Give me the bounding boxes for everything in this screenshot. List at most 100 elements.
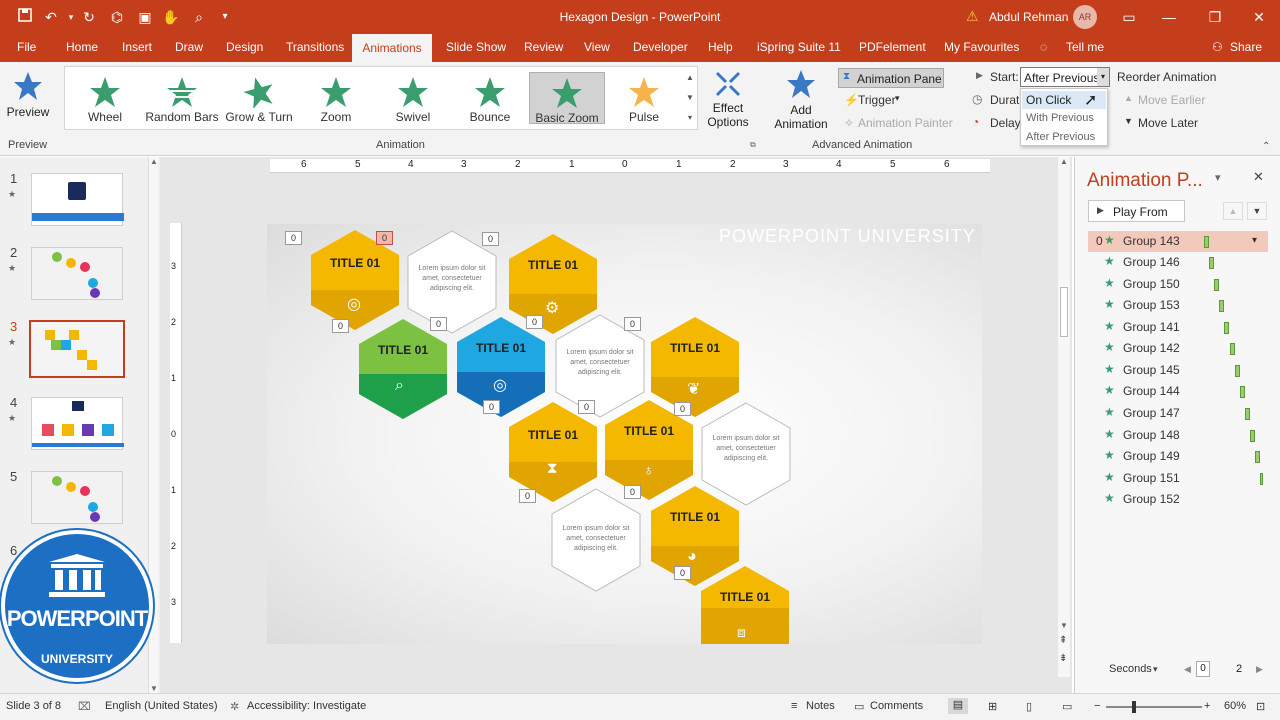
tab-pdfelement[interactable]: PDFelement — [859, 40, 926, 54]
reading-view-icon[interactable]: ▯ — [1026, 700, 1032, 713]
slide-thumbnail-5[interactable] — [31, 471, 123, 524]
hexagon-title[interactable]: TITLE 01 ◎ — [311, 230, 399, 330]
animation-pane-button[interactable]: ⧗ Animation Pane — [838, 68, 944, 88]
animation-tag[interactable]: 0 — [332, 319, 349, 333]
slide-canvas[interactable]: POWERPOINT UNIVERSITY TITLE 01 ◎ Lorem i… — [267, 224, 982, 644]
slide-thumbnail-1[interactable] — [31, 173, 124, 226]
slide-thumbnail-2[interactable] — [31, 247, 123, 300]
scroll-thumb[interactable] — [1060, 287, 1068, 337]
move-down-icon[interactable]: ▼ — [1247, 202, 1267, 220]
normal-view-icon[interactable]: ▤ — [948, 698, 968, 714]
restore-icon[interactable]: ❐ — [1206, 8, 1224, 26]
anim-grow-turn[interactable]: Grow & Turn — [221, 72, 297, 124]
animation-list-item[interactable]: ★ Group 147 — [1088, 403, 1268, 424]
animation-painter-button[interactable]: Animation Painter — [858, 116, 953, 130]
close-pane-icon[interactable]: ✕ — [1253, 169, 1264, 185]
hexagon-title[interactable]: TITLE 01 ⧈ — [701, 566, 789, 644]
scroll-up-icon[interactable]: ▲ — [150, 157, 158, 166]
anim-zoom[interactable]: Zoom — [298, 72, 374, 124]
anim-bounce[interactable]: Bounce — [452, 72, 528, 124]
timing-bar[interactable] — [1224, 322, 1229, 334]
timing-bar[interactable] — [1204, 236, 1209, 248]
anim-basic-zoom[interactable]: Basic Zoom — [529, 72, 605, 125]
hexagon-title[interactable]: TITLE 01 ⌕ — [359, 319, 447, 419]
animation-tag[interactable]: 0 — [376, 231, 393, 245]
share-button[interactable]: Share — [1230, 40, 1262, 54]
animation-tag[interactable]: 0 — [624, 485, 641, 499]
scroll-down-icon[interactable]: ▼ — [1060, 621, 1068, 630]
zoom-out-icon[interactable]: − — [1094, 700, 1100, 712]
slide-thumbnail-3[interactable] — [29, 320, 125, 378]
tab-home[interactable]: Home — [66, 40, 98, 54]
move-earlier-button[interactable]: Move Earlier — [1138, 93, 1205, 107]
scroll-up-icon[interactable]: ▲ — [1060, 157, 1068, 166]
zoom-level[interactable]: 60% — [1224, 700, 1246, 712]
tab-developer[interactable]: Developer — [633, 40, 688, 54]
animation-list-item[interactable]: ★ Group 149 — [1088, 446, 1268, 467]
tab-transitions[interactable]: Transitions — [286, 40, 344, 54]
timing-bar[interactable] — [1245, 408, 1250, 420]
tab-review[interactable]: Review — [524, 40, 563, 54]
play-from-button[interactable]: ▶ Play From — [1088, 200, 1185, 222]
accessibility-checker[interactable]: Accessibility: Investigate — [247, 700, 366, 712]
gallery-scroll[interactable]: ▲ ▼ ▾ — [684, 68, 696, 130]
item-dropdown-icon[interactable]: ▾ — [1252, 235, 1257, 246]
animation-list-item[interactable]: ★ Group 151 — [1088, 468, 1268, 489]
tab-slide-show[interactable]: Slide Show — [446, 40, 506, 54]
start-dropdown-arrow-icon[interactable]: ▾ — [1097, 68, 1109, 86]
timing-bar[interactable] — [1230, 343, 1235, 355]
animation-list-item[interactable]: ★ Group 153 — [1088, 295, 1268, 316]
fit-slide-icon[interactable]: ⊡ — [1256, 700, 1265, 713]
tab-view[interactable]: View — [584, 40, 610, 54]
move-later-button[interactable]: Move Later — [1138, 116, 1198, 130]
tab-insert[interactable]: Insert — [122, 40, 152, 54]
animation-tag[interactable]: 0 — [674, 402, 691, 416]
ribbon-display-options-icon[interactable]: ▭ — [1120, 8, 1138, 26]
slide-thumbnail-4[interactable] — [31, 397, 124, 450]
tab-draw[interactable]: Draw — [175, 40, 203, 54]
tab-my-favourites[interactable]: My Favourites — [944, 40, 1019, 54]
timing-bar[interactable] — [1219, 300, 1224, 312]
anim-swivel[interactable]: Swivel — [375, 72, 451, 124]
scroll-down-icon[interactable]: ▼ — [150, 684, 158, 693]
animation-tag[interactable]: 0 — [430, 317, 447, 331]
timeline-left-icon[interactable]: ◀ — [1184, 664, 1191, 675]
tell-me-search[interactable]: Tell me — [1066, 40, 1104, 54]
anim-random-bars[interactable]: Random Bars — [144, 72, 220, 124]
timeline-seconds-dropdown[interactable]: Seconds — [1109, 663, 1152, 675]
comments-button[interactable]: Comments — [870, 700, 923, 712]
slideshow-view-icon[interactable]: ▭ — [1062, 700, 1072, 713]
effect-options-button[interactable]: Effect Options — [700, 70, 756, 140]
option-with-previous[interactable]: With Previous — [1022, 110, 1106, 128]
timing-bar[interactable] — [1209, 257, 1214, 269]
animation-tag[interactable]: 0 — [483, 400, 500, 414]
animation-tag[interactable]: 0 — [624, 317, 641, 331]
timing-bar[interactable] — [1250, 430, 1255, 442]
next-slide-icon[interactable]: ⇟ — [1059, 653, 1067, 664]
zoom-in-icon[interactable]: + — [1204, 700, 1210, 712]
timing-bar[interactable] — [1214, 279, 1219, 291]
zoom-slider-thumb[interactable] — [1132, 701, 1136, 713]
dialog-launcher-icon[interactable]: ⧉ — [750, 140, 756, 150]
animation-list-item[interactable]: ★ Group 145 — [1088, 360, 1268, 381]
collapse-ribbon-icon[interactable]: ⌃ — [1262, 141, 1270, 152]
avatar[interactable]: AR — [1073, 5, 1097, 29]
trigger-button[interactable]: Trigger — [858, 93, 896, 107]
move-up-icon[interactable]: ▲ — [1223, 202, 1243, 220]
animation-list-item[interactable]: ★ Group 144 — [1088, 381, 1268, 402]
tab-animations[interactable]: Animations — [352, 34, 432, 62]
option-after-previous[interactable]: After Previous — [1022, 129, 1106, 147]
tab-design[interactable]: Design — [226, 40, 263, 54]
add-animation-button[interactable]: Add Animation — [766, 68, 836, 140]
spell-check-icon[interactable]: ⌧ — [78, 700, 91, 713]
animation-tag[interactable]: 0 — [526, 315, 543, 329]
animation-tag[interactable]: 0 — [285, 231, 302, 245]
notes-button[interactable]: Notes — [806, 700, 835, 712]
editor-scrollbar[interactable]: ▲ ▼ ⇞ ⇟ — [1058, 157, 1070, 677]
language-indicator[interactable]: English (United States) — [105, 700, 218, 712]
animation-list-item[interactable]: ★ Group 146 — [1088, 252, 1268, 273]
animation-list-item[interactable]: ★ Group 142 — [1088, 338, 1268, 359]
animation-tag[interactable]: 0 — [482, 232, 499, 246]
animation-tag[interactable]: 0 — [578, 400, 595, 414]
animation-list-item[interactable]: ★ Group 141 — [1088, 317, 1268, 338]
